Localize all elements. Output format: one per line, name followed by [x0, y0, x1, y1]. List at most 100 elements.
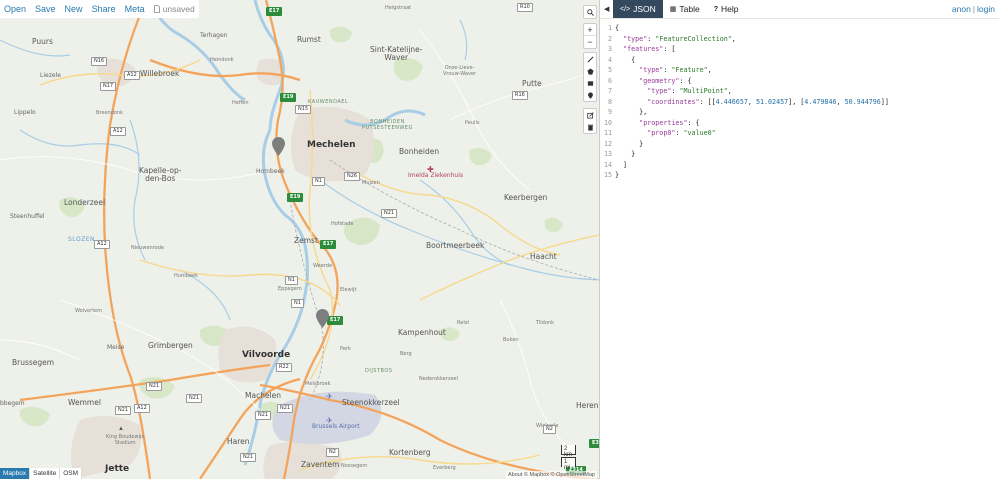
place-perk: Perk — [340, 346, 351, 352]
place-meise: Meise — [107, 344, 125, 351]
area-bonheiden-pond: BONHEIDEN PUTSESTEENWEG — [362, 119, 413, 131]
place-sint-katelijne: Sint-Katelijne- Waver — [370, 45, 423, 63]
road-shield: N26 — [344, 172, 361, 181]
unsaved-label: unsaved — [162, 4, 195, 14]
place-airport: Brussels Airport — [312, 423, 360, 430]
edit-layers-button[interactable] — [584, 109, 596, 121]
place-keerbergen: Keerbergen — [504, 193, 548, 202]
point-marker[interactable] — [316, 309, 329, 328]
search-control — [583, 5, 597, 19]
auth-links: anon | login — [952, 4, 995, 14]
meta-menu-item[interactable]: Meta — [125, 4, 145, 14]
delete-layers-button[interactable] — [584, 121, 596, 133]
place-machelen: Machelen — [245, 391, 282, 400]
layer-mapbox[interactable]: Mapbox — [0, 468, 31, 479]
trash-icon — [587, 124, 593, 131]
road-shield: N21 — [381, 209, 398, 218]
scale-mi: 1 mi — [561, 457, 576, 471]
line-number: 9 — [607, 108, 612, 116]
login-link[interactable]: login — [977, 4, 995, 14]
zoom-out-button[interactable]: − — [584, 36, 596, 48]
place-nieuwenrode: Nieuwenrode — [131, 245, 164, 251]
place-weerde: Weerde — [313, 263, 333, 269]
place-rumst: Rumst — [297, 35, 321, 44]
map-attribution[interactable]: About © Mapbox © OpenStreetMap — [506, 471, 597, 479]
draw-polygon-button[interactable] — [584, 65, 596, 77]
line-icon — [587, 56, 593, 62]
place-steenhuffel: Steenhuffel — [10, 213, 45, 220]
road-shield: N1 — [312, 177, 325, 186]
help-icon: ? — [713, 5, 719, 13]
place-kortenberg: Kortenberg — [389, 448, 431, 457]
open-menu-item[interactable]: Open — [4, 4, 26, 14]
user-link[interactable]: anon — [952, 4, 971, 14]
edit-toolbar — [583, 108, 597, 134]
tab-json-label: JSON — [633, 4, 656, 14]
draw-line-button[interactable] — [584, 53, 596, 65]
airport-icon: ✈ — [326, 392, 333, 401]
road-shield: N21 — [115, 406, 132, 415]
draw-rectangle-button[interactable] — [584, 77, 596, 89]
document-icon — [153, 5, 160, 13]
place-puurs: Puurs — [32, 37, 53, 46]
line-number: 2 — [607, 34, 612, 43]
code-line: } — [615, 139, 644, 148]
road-shield: A12 — [134, 404, 150, 413]
tab-table[interactable]: ▦ Table — [663, 0, 707, 18]
code-line: "type": "FeatureCollection", — [623, 34, 736, 43]
tab-json[interactable]: </> JSON — [613, 0, 663, 18]
stadium-icon: ▲ — [118, 426, 124, 432]
road-shield: N21 — [186, 394, 203, 403]
place-eppegem: Eppegem — [278, 286, 302, 292]
place-berg: Berg — [400, 351, 412, 357]
road-shield: R22 — [276, 363, 292, 372]
json-editor[interactable]: 1 2 3 4 5 6 7 8 9 10 11 12 13 14 15 { "type": "Feature… — [600, 18, 999, 479]
collapse-panel-button[interactable]: ◀ — [604, 5, 609, 13]
line-number: 11 — [603, 129, 612, 137]
place-zaventem: Zaventem — [301, 460, 340, 469]
point-marker[interactable] — [272, 137, 285, 156]
road-shield: E17 — [327, 316, 344, 325]
place-everberg: Everberg — [433, 465, 456, 471]
scale-bar: 2 km 1 mi — [561, 445, 576, 471]
map-view[interactable]: Puurs Willebroek Liezele Terhagen Heindo… — [0, 0, 599, 479]
polygon-icon — [586, 67, 594, 75]
zoom-in-button[interactable]: + — [584, 24, 596, 36]
place-nederokkerzeel: Nederokkerzeel — [419, 376, 458, 382]
new-menu-item[interactable]: New — [65, 4, 83, 14]
share-menu-item[interactable]: Share — [92, 4, 116, 14]
draw-marker-button[interactable] — [584, 89, 596, 101]
layer-osm[interactable]: OSM — [60, 468, 83, 479]
place-liezele: Liezele — [40, 72, 61, 79]
line-number: 6 — [607, 76, 612, 85]
tab-help[interactable]: ? Help — [707, 0, 746, 18]
layer-satellite[interactable]: Satellite — [30, 468, 61, 479]
code-content[interactable]: { "type": "FeatureCollection", "features… — [615, 23, 889, 181]
save-menu-item[interactable]: Save — [35, 4, 56, 14]
scale-km: 2 km — [561, 445, 576, 458]
place-relst: Relst — [457, 320, 470, 326]
line-numbers: 1 2 3 4 5 6 7 8 9 10 11 12 13 14 15 — [600, 23, 612, 181]
line-number: 15 — [603, 171, 612, 179]
road-shield: N16 — [91, 57, 108, 66]
search-button[interactable] — [584, 6, 596, 18]
place-jette: Jette — [105, 464, 130, 474]
road-shield: N1 — [285, 276, 298, 285]
line-number: 12 — [603, 139, 612, 148]
code-line: "geometry": { — [639, 76, 692, 85]
file-menu: Open Save New Share Meta unsaved — [0, 0, 199, 18]
code-line: }, — [615, 108, 648, 116]
road-shield: N21 — [255, 411, 272, 420]
place-grimbergen: Grimbergen — [148, 341, 193, 350]
code-line: { — [615, 55, 636, 64]
place-lippelo: Lippelo — [14, 109, 36, 116]
code-line: "coordinates": [[4.446657, 51.02457], [4… — [647, 97, 889, 106]
place-humbeek: Humbeek — [174, 273, 199, 279]
place-haacht: Haacht — [530, 252, 557, 261]
place-bonheiden: Bonheiden — [399, 147, 440, 156]
auth-separator: | — [972, 4, 976, 14]
place-peulis: Peulis — [465, 120, 480, 126]
place-haren: Haren — [227, 437, 250, 446]
place-vilvoorde: Vilvoorde — [242, 350, 291, 360]
airport-icon: ✈ — [326, 416, 333, 425]
